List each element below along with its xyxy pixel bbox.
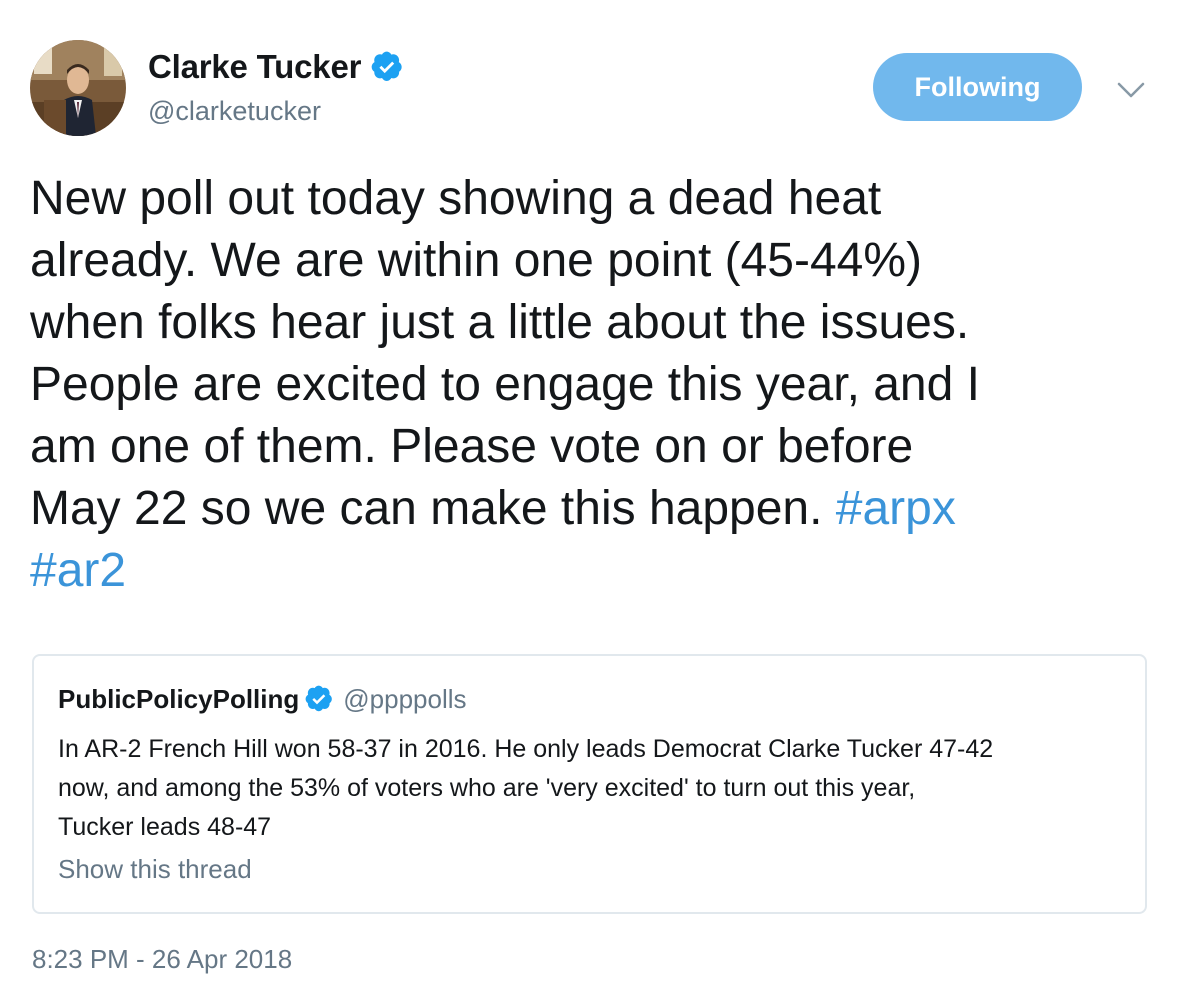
quoted-tweet-card[interactable]: PublicPolicyPolling @ppppolls In AR-2 Fr…	[32, 654, 1147, 914]
hashtag-ar2[interactable]: #ar2	[30, 544, 126, 597]
author-handle[interactable]: @clarketucker	[148, 96, 321, 127]
quoted-tweet-text: In AR-2 French Hill won 58-37 in 2016. H…	[58, 735, 994, 841]
chevron-down-icon[interactable]	[1114, 78, 1148, 102]
quoted-author-handle: @ppppolls	[343, 683, 467, 714]
tweet-body: New poll out today showing a dead heat a…	[30, 172, 980, 535]
tweet-timestamp[interactable]: 8:23 PM - 26 Apr 2018	[32, 944, 292, 975]
quoted-author-name: PublicPolicyPolling	[58, 683, 300, 714]
verified-badge-icon	[371, 51, 402, 81]
hashtag-arpx[interactable]: #arpx	[836, 482, 956, 535]
author-name-row: Clarke Tucker	[148, 48, 403, 86]
show-thread-link[interactable]: Show this thread	[58, 854, 252, 885]
quoted-tweet-header: PublicPolicyPolling @ppppolls	[58, 682, 467, 716]
profile-photo	[30, 40, 126, 136]
avatar[interactable]	[30, 40, 126, 136]
author-display-name[interactable]: Clarke Tucker	[148, 48, 361, 86]
tweet-text: New poll out today showing a dead heat a…	[30, 168, 1170, 602]
verified-badge-icon	[305, 685, 333, 712]
following-button[interactable]: Following	[873, 53, 1082, 121]
